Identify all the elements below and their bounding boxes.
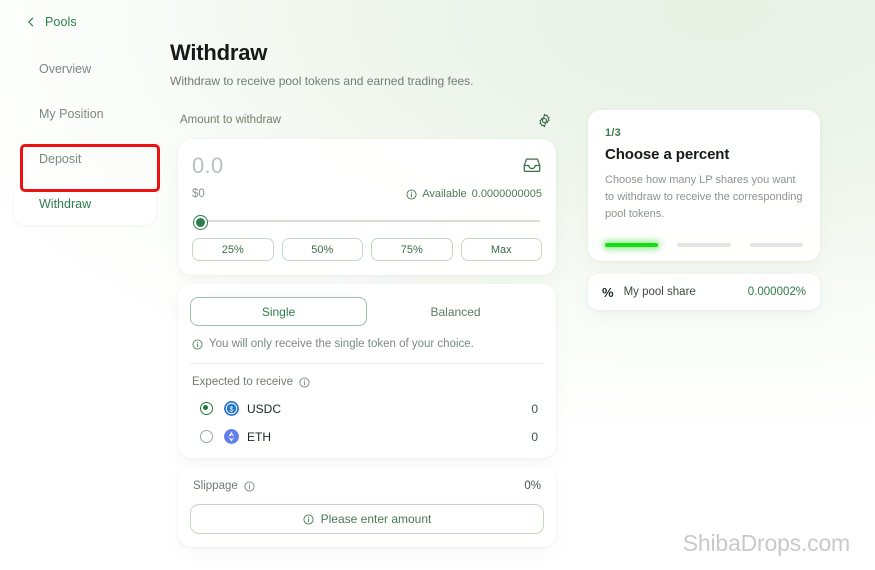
- gear-icon[interactable]: [537, 113, 552, 128]
- info-icon: [192, 338, 203, 350]
- progress-dot-1: [605, 243, 659, 248]
- amount-input[interactable]: 0.0: [192, 155, 223, 177]
- submit-button[interactable]: Please enter amount: [190, 504, 544, 534]
- usdc-icon: $: [224, 401, 239, 416]
- info-icon[interactable]: [299, 376, 310, 388]
- eth-icon: [224, 429, 239, 444]
- expected-to-receive-label: Expected to receive: [192, 376, 294, 388]
- sidebar-item-deposit[interactable]: Deposit: [14, 138, 156, 180]
- back-label: Pools: [45, 15, 77, 29]
- info-icon: [303, 513, 314, 525]
- stepper-step-count: 1/3: [605, 127, 621, 139]
- tab-single[interactable]: Single: [190, 297, 367, 326]
- sidebar-item-label: Withdraw: [39, 197, 92, 211]
- expected-to-receive-header: Expected to receive: [190, 376, 544, 388]
- stepper-progress: [605, 243, 803, 248]
- amount-section-header: Amount to withdraw: [178, 110, 556, 130]
- stepper-card: 1/3 Choose a percent Choose how many LP …: [588, 110, 820, 262]
- available-label: Available: [422, 188, 467, 200]
- stepper-title: Choose a percent: [605, 146, 730, 163]
- submit-button-label: Please enter amount: [320, 512, 432, 526]
- progress-dot-2: [677, 243, 731, 248]
- amount-card: 0.0 $0 Available 0.0000000005 25% 50% 75…: [178, 139, 556, 275]
- percent-50-button[interactable]: 50%: [281, 238, 363, 261]
- back-to-pools-link[interactable]: Pools: [26, 15, 77, 29]
- available-balance: Available 0.0000000005: [406, 188, 542, 200]
- watermark: ShibaDrops.com: [682, 530, 850, 556]
- amount-section-label: Amount to withdraw: [180, 114, 281, 126]
- svg-text:$: $: [230, 407, 234, 414]
- withdraw-form: Amount to withdraw 0.0 $0 Available 0.00…: [178, 110, 556, 547]
- token-symbol: ETH: [247, 429, 271, 444]
- slippage-card: Slippage 0% Please enter amount: [178, 467, 556, 547]
- page-title: Withdraw: [170, 40, 268, 65]
- progress-dot-3: [749, 243, 803, 248]
- pool-share-card: % My pool share 0.000002%: [588, 274, 820, 311]
- radio-usdc[interactable]: [200, 402, 213, 415]
- right-panel: 1/3 Choose a percent Choose how many LP …: [588, 110, 820, 311]
- token-option-usdc[interactable]: $ USDC 0: [190, 401, 544, 416]
- page-subtitle: Withdraw to receive pool tokens and earn…: [170, 74, 474, 88]
- percent-25-button[interactable]: 25%: [192, 238, 274, 261]
- slider-track: [194, 220, 540, 222]
- amount-usd-value: $0: [192, 188, 205, 200]
- percent-max-button[interactable]: Max: [460, 238, 542, 261]
- pool-share-value: 0.000002%: [747, 286, 806, 299]
- slippage-value[interactable]: 0%: [524, 480, 541, 492]
- pool-share-label: My pool share: [623, 286, 696, 299]
- sidebar-item-label: Overview: [39, 62, 92, 76]
- amount-input-row: 0.0: [192, 155, 542, 177]
- sidebar-item-my-position[interactable]: My Position: [14, 93, 156, 135]
- stepper-description: Choose how many LP shares you want to wi…: [605, 174, 803, 221]
- inbox-icon[interactable]: [522, 155, 542, 175]
- info-icon[interactable]: [244, 480, 255, 492]
- mode-note: You will only receive the single token o…: [190, 338, 544, 350]
- sidebar: Pools Overview My Position Deposit Withd…: [0, 0, 170, 570]
- mode-note-text: You will only receive the single token o…: [209, 338, 474, 350]
- chevron-left-icon: [28, 17, 34, 27]
- mode-tabs: Single Balanced: [190, 297, 544, 326]
- percent-icon: %: [602, 284, 614, 300]
- sidebar-item-label: My Position: [39, 107, 104, 121]
- info-icon: [406, 188, 417, 200]
- token-option-eth[interactable]: ETH 0: [190, 429, 544, 444]
- amount-slider[interactable]: [194, 214, 540, 229]
- withdraw-mode-card: Single Balanced You will only receive th…: [178, 284, 556, 458]
- sidebar-item-label: Deposit: [39, 152, 82, 166]
- slippage-label: Slippage: [193, 480, 238, 492]
- radio-eth[interactable]: [200, 430, 213, 443]
- slippage-row: Slippage 0%: [190, 480, 544, 492]
- token-amount: 0: [531, 401, 538, 416]
- percent-75-button[interactable]: 75%: [371, 238, 453, 261]
- amount-meta-row: $0 Available 0.0000000005: [192, 188, 542, 200]
- divider: [190, 363, 544, 364]
- token-amount: 0: [531, 429, 538, 444]
- token-symbol: USDC: [247, 401, 282, 416]
- available-value: 0.0000000005: [471, 188, 542, 200]
- quick-percent-buttons: 25% 50% 75% Max: [192, 238, 542, 261]
- page-header: Withdraw Withdraw to receive pool tokens…: [170, 40, 474, 88]
- tab-balanced[interactable]: Balanced: [367, 297, 544, 326]
- slider-thumb[interactable]: [194, 216, 207, 229]
- sidebar-item-withdraw[interactable]: Withdraw: [14, 183, 156, 225]
- sidebar-nav: Overview My Position Deposit Withdraw: [0, 45, 170, 228]
- sidebar-item-overview[interactable]: Overview: [14, 48, 156, 90]
